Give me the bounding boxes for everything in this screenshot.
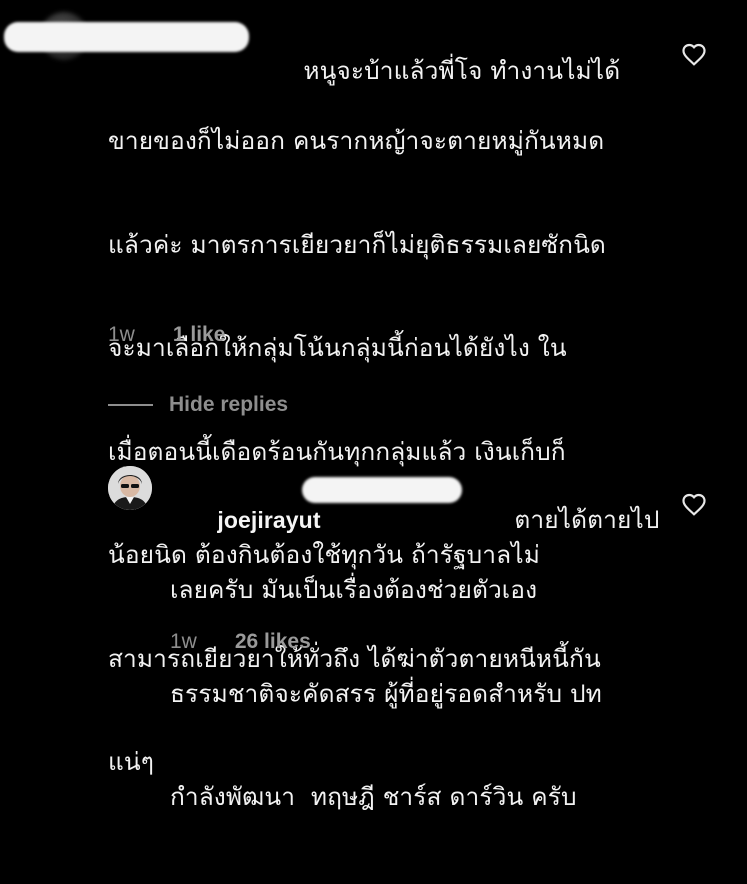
reply-meta: 1w 26 likes <box>170 630 311 654</box>
profile-photo-icon <box>108 466 152 510</box>
heart-icon[interactable] <box>681 492 707 516</box>
comment-thread: หนูจะบ้าแล้วพี่โจ ทำงานไม่ได้ ขายของก็ไม… <box>0 0 747 811</box>
hide-replies-button[interactable]: Hide replies <box>108 393 288 417</box>
reply-line: เลยครับ มันเป็นเรื่องต้องช่วยตัวเอง <box>170 575 538 604</box>
comment-likes[interactable]: 1 like <box>173 323 226 347</box>
comment-line: ขายของก็ไม่ออก คนรากหญ้าจะตายหมู่กันหมด <box>108 126 605 155</box>
reply-line: กำลังพัฒนา ทฤษฎี ชาร์ส ดาร์วิน ครับ <box>170 782 577 811</box>
reply-avatar[interactable] <box>108 466 152 510</box>
comment-line: แล้วค่ะ มาตรการเยียวยาก็ไม่ยุติธรรมเลยซั… <box>108 229 606 259</box>
reply-line: ธรรมชาติจะคัดสรร ผู้ที่อยู่รอดสำหรับ ปท <box>170 678 602 708</box>
hide-replies-label: Hide replies <box>169 393 289 416</box>
replies-divider-line <box>108 404 153 406</box>
reply-text: เลยครับ มันเป็นเรื่องต้องช่วยตัวเอง ธรรม… <box>170 504 602 884</box>
comment-line: เมื่อตอนนี้เดือดร้อนกันทุกกลุ่มแล้ว เงิน… <box>108 436 566 466</box>
reply-likes[interactable]: 26 likes <box>235 630 311 654</box>
reply-time[interactable]: 1w <box>170 630 197 654</box>
comment-meta: 1w 1 like <box>108 323 225 347</box>
heart-icon[interactable] <box>681 42 707 66</box>
redacted-mention <box>302 477 462 503</box>
comment-time[interactable]: 1w <box>108 323 135 347</box>
redacted-username <box>4 22 249 52</box>
